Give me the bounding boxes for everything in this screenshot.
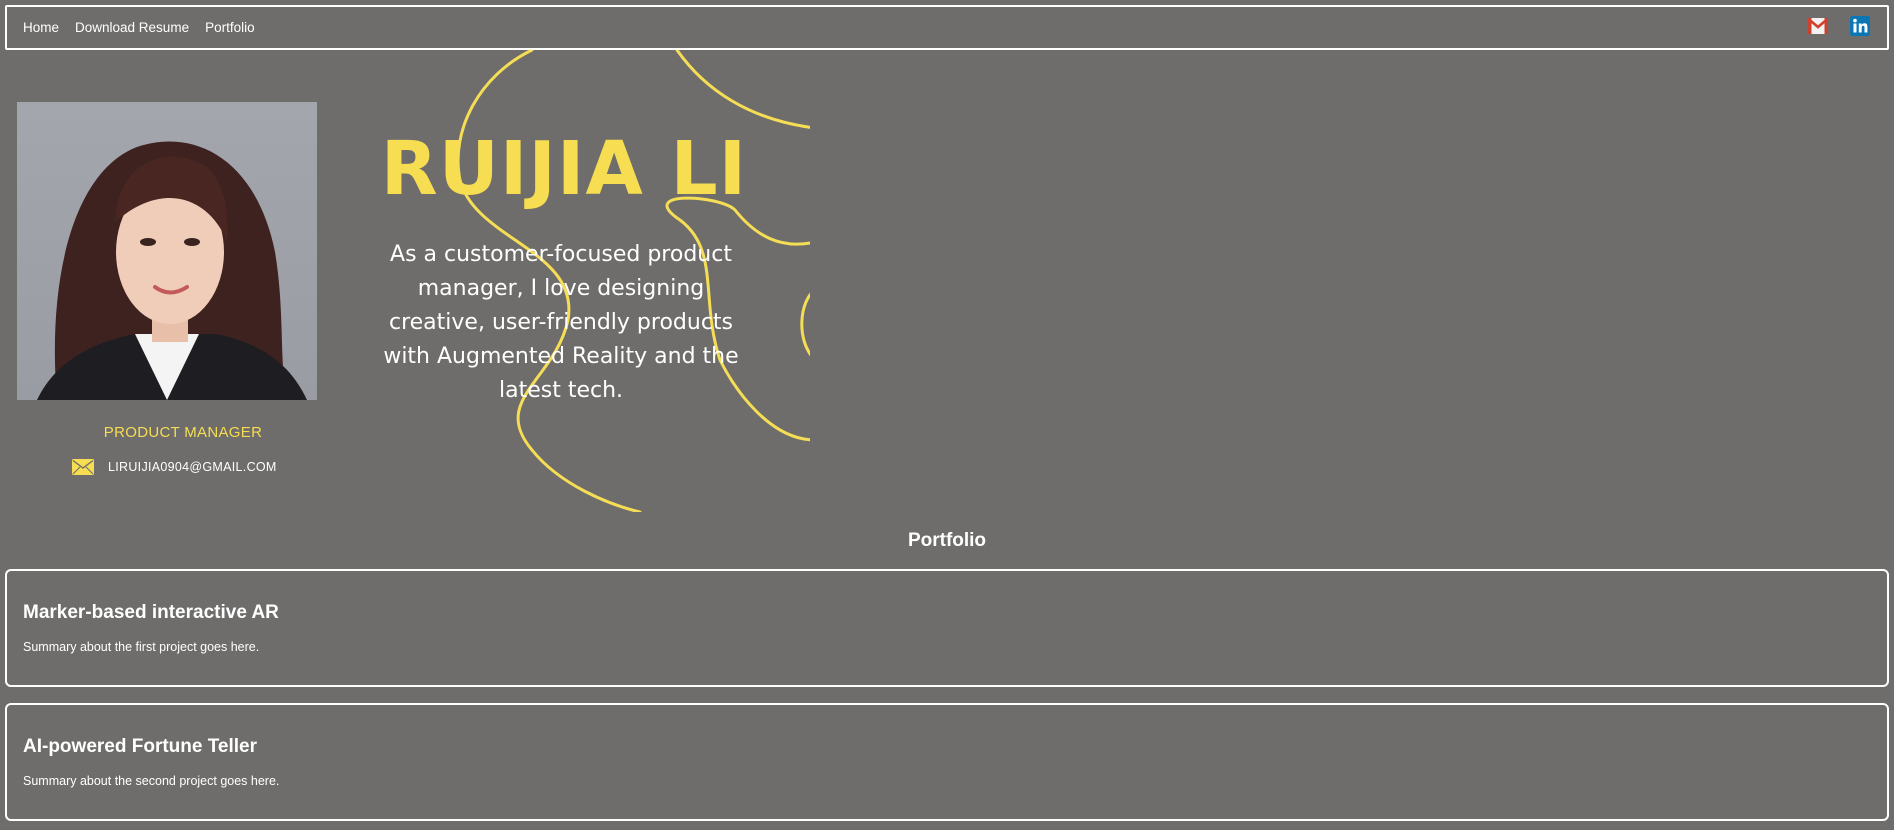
nav-link-home[interactable]: Home xyxy=(23,20,59,35)
contact-email[interactable]: LIRUIJIA0904@GMAIL.COM xyxy=(72,459,277,475)
project-title: Marker-based interactive AR xyxy=(23,602,279,623)
nav-links: Home Download Resume Portfolio xyxy=(23,7,271,48)
project-card-2[interactable]: AI-powered Fortune Teller Summary about … xyxy=(5,703,1889,821)
project-summary: Summary about the first project goes her… xyxy=(23,640,260,654)
hero-tagline: As a customer-focused product manager, I… xyxy=(383,242,739,403)
email-address[interactable]: LIRUIJIA0904@GMAIL.COM xyxy=(108,460,277,474)
profile-photo xyxy=(17,102,317,400)
social-links xyxy=(1807,16,1871,36)
top-navigation-bar: Home Download Resume Portfolio xyxy=(5,5,1889,50)
project-card-1[interactable]: Marker-based interactive AR Summary abou… xyxy=(5,569,1889,687)
job-title: PRODUCT MANAGER xyxy=(103,424,263,441)
hero-name: RUIJIA LI xyxy=(380,126,748,212)
project-summary: Summary about the second project goes he… xyxy=(23,774,280,788)
gmail-icon[interactable] xyxy=(1807,16,1829,36)
hero-section: PRODUCT MANAGER LIRUIJIA0904@GMAIL.COM R… xyxy=(0,50,1894,512)
nav-link-portfolio[interactable]: Portfolio xyxy=(205,20,255,35)
nav-link-download-resume[interactable]: Download Resume xyxy=(75,20,189,35)
envelope-icon xyxy=(72,459,94,475)
portfolio-heading: Portfolio xyxy=(907,530,987,551)
linkedin-icon[interactable] xyxy=(1849,16,1871,36)
portrait-image xyxy=(37,141,307,400)
project-title: AI-powered Fortune Teller xyxy=(23,736,258,757)
